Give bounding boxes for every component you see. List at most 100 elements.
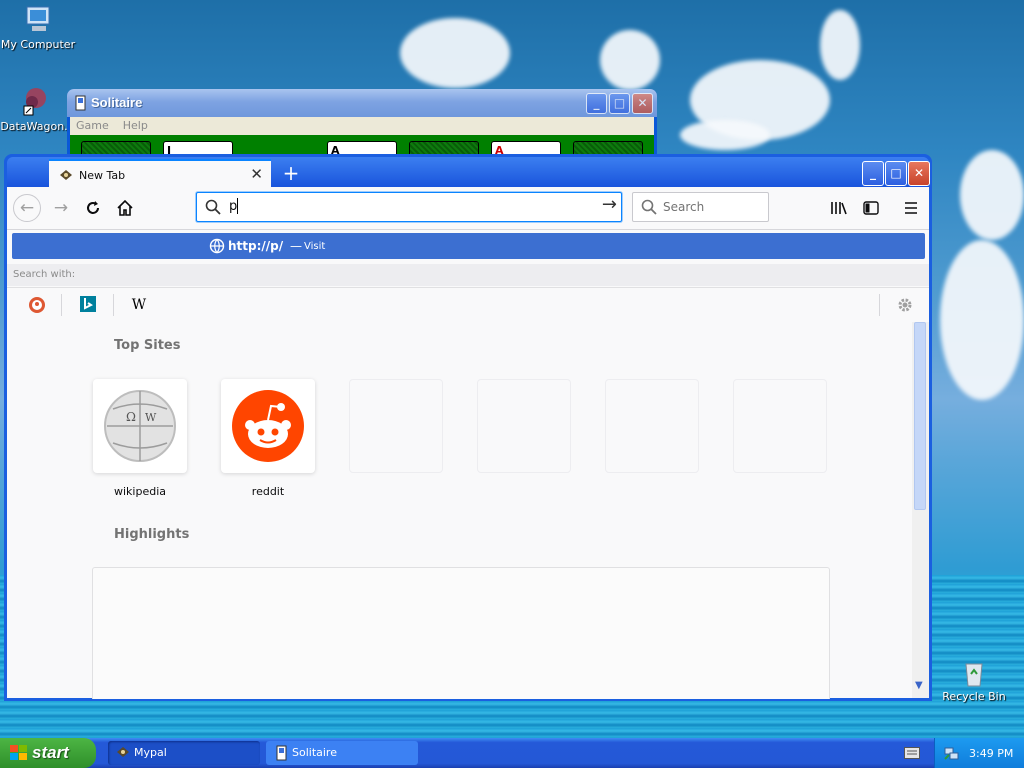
desktop-icon-my-computer[interactable]: My Computer (0, 4, 78, 51)
search-with-label: Search with: (13, 269, 76, 280)
datawagon-icon (18, 86, 50, 118)
desktop-icon-recycle-bin[interactable]: Recycle Bin (934, 656, 1014, 703)
top-site-label: wikipedia (113, 485, 166, 498)
globe-icon (209, 238, 225, 254)
taskbar-button-mypal[interactable]: Mypal (108, 741, 260, 765)
taskbar: start Mypal Solitaire 3:49 PM (0, 738, 1024, 768)
start-button[interactable]: start (0, 738, 96, 768)
vertical-scrollbar[interactable]: ▼ (912, 322, 929, 698)
tab-strip: New Tab ✕ + _ □ ✕ (7, 157, 930, 189)
gear-icon (898, 298, 912, 312)
close-button[interactable]: ✕ (632, 93, 653, 114)
solitaire-app-icon (75, 95, 86, 111)
svg-text:W: W (145, 411, 157, 424)
taskbar-button-label: Mypal (134, 746, 167, 759)
top-site-tile-empty[interactable] (733, 379, 827, 473)
mypal-favicon-icon (60, 170, 72, 180)
separator (113, 294, 114, 316)
solitaire-title: Solitaire (91, 95, 143, 110)
library-button[interactable] (825, 194, 853, 222)
scrollbar-thumb[interactable] (914, 322, 926, 510)
browser-window[interactable]: New Tab ✕ + _ □ ✕ ← → p → Search http://… (4, 154, 932, 701)
reload-icon (87, 201, 99, 214)
top-site-tile-reddit[interactable] (221, 379, 315, 473)
keyboard-icon[interactable] (904, 747, 920, 759)
home-icon (117, 199, 133, 216)
go-arrow-icon[interactable]: → (602, 194, 617, 215)
sidebar-icon (863, 201, 879, 215)
menu-button[interactable] (897, 194, 925, 222)
bing-icon (80, 296, 96, 312)
mypal-icon (117, 747, 129, 757)
browser-content: ← → p → Search http://p/ — Visit Search … (7, 187, 929, 699)
new-tab-button[interactable]: + (279, 162, 303, 186)
back-button[interactable]: ← (13, 194, 41, 222)
duckduckgo-engine-button[interactable] (27, 295, 47, 315)
duckduckgo-icon (29, 297, 45, 313)
search-settings-button[interactable] (895, 295, 915, 315)
solitaire-titlebar[interactable]: Solitaire _ □ ✕ (67, 89, 657, 117)
top-site-label: reddit (251, 485, 285, 498)
clock[interactable]: 3:49 PM (969, 747, 1013, 760)
menu-help[interactable]: Help (123, 119, 148, 132)
scroll-down-icon[interactable]: ▼ (915, 680, 923, 691)
autocomplete-row[interactable]: http://p/ — Visit (12, 233, 925, 259)
bing-engine-button[interactable] (79, 295, 99, 315)
reload-button[interactable] (79, 194, 107, 222)
network-icon[interactable] (943, 745, 959, 761)
search-placeholder: Search (663, 200, 705, 214)
maximize-button[interactable]: □ (609, 93, 630, 114)
minimize-button[interactable]: _ (586, 93, 607, 114)
top-sites-heading: Top Sites (114, 338, 181, 353)
text-cursor (237, 198, 238, 214)
computer-icon (22, 4, 54, 36)
desktop-icon-label: My Computer (0, 38, 76, 51)
recycle-bin-icon (958, 656, 990, 688)
autocomplete-dash: — (290, 239, 302, 253)
autocomplete-url: http://p/ (228, 239, 284, 253)
desktop-icon-label: DataWagon. (0, 120, 68, 133)
search-icon (205, 199, 221, 215)
tab-close-icon[interactable]: ✕ (250, 165, 263, 183)
new-tab-page: Top Sites ΩW wikipedia reddit Highlights (7, 322, 912, 699)
top-site-tile-empty[interactable] (605, 379, 699, 473)
highlights-heading: Highlights (114, 527, 190, 542)
top-site-tile-wikipedia[interactable]: ΩW (93, 379, 187, 473)
arrow-right-icon: → (53, 198, 69, 218)
solitaire-icon (276, 745, 287, 761)
wikipedia-engine-button[interactable]: W (129, 295, 149, 315)
nav-toolbar: ← → p → Search (7, 187, 929, 230)
top-site-tile-empty[interactable] (477, 379, 571, 473)
search-with-bar: Search with: (7, 264, 929, 286)
menu-game[interactable]: Game (76, 119, 109, 132)
desktop-icon-label: Recycle Bin (942, 690, 1006, 703)
sidebar-button[interactable] (857, 194, 885, 222)
taskbar-button-label: Solitaire (292, 746, 337, 759)
home-button[interactable] (111, 194, 139, 222)
taskbar-button-solitaire[interactable]: Solitaire (266, 741, 418, 765)
highlights-placeholder (92, 567, 830, 699)
wikipedia-globe-icon: ΩW (104, 390, 176, 462)
search-icon (641, 199, 657, 215)
windows-logo-icon (10, 745, 27, 760)
close-button[interactable]: ✕ (908, 161, 930, 186)
hamburger-icon (905, 202, 917, 214)
desktop-icon-datawagon[interactable]: DataWagon. (0, 86, 74, 133)
tab-title: New Tab (79, 169, 126, 182)
arrow-left-icon: ← (19, 198, 35, 218)
autocomplete-action: Visit (304, 241, 326, 252)
one-off-search-engines: W (7, 287, 929, 323)
solitaire-menubar: Game Help (70, 117, 654, 135)
maximize-button[interactable]: □ (885, 161, 907, 186)
system-tray: 3:49 PM (934, 738, 1024, 768)
forward-button[interactable]: → (47, 194, 75, 222)
svg-text:Ω: Ω (126, 410, 136, 424)
reddit-icon (232, 390, 304, 462)
tab-new-tab[interactable]: New Tab ✕ (49, 159, 271, 189)
minimize-button[interactable]: _ (862, 161, 884, 186)
search-bar[interactable]: Search (632, 192, 769, 222)
url-bar[interactable]: p → (196, 192, 622, 222)
wikipedia-icon: W (131, 297, 147, 313)
top-site-tile-empty[interactable] (349, 379, 443, 473)
library-icon (831, 202, 847, 215)
